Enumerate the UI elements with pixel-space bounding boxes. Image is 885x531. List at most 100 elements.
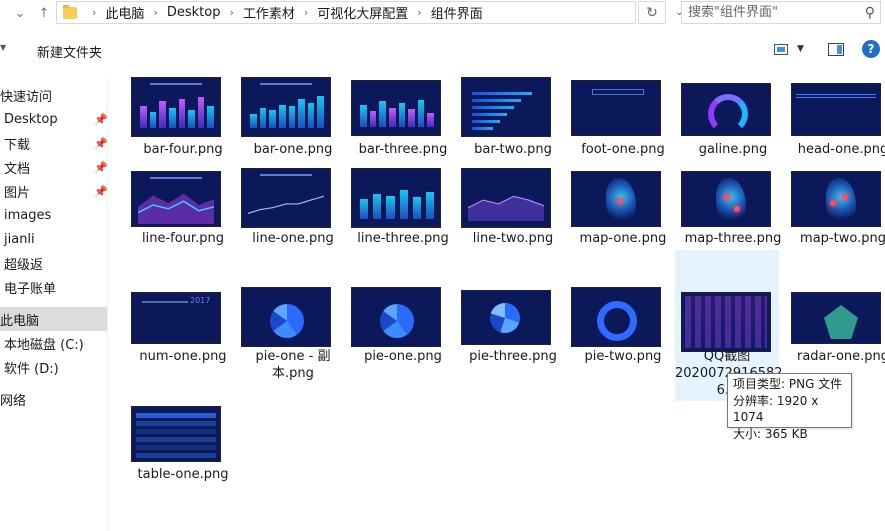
file-name: table-one.png (137, 467, 229, 482)
file-name: map-two.png (800, 231, 885, 246)
image-thumbnail (571, 287, 661, 347)
search-icon[interactable]: ⚲ (865, 5, 875, 21)
address-box[interactable]: › 此电脑 › Desktop › 工作素材 › 可视化大屏配置 › 组件界面 … (56, 1, 684, 24)
file-item[interactable]: map-one.png (571, 168, 675, 248)
image-thumbnail (241, 287, 331, 347)
sidebar-item-desktop[interactable]: Desktop 📌 (0, 107, 108, 131)
breadcrumb-item[interactable]: 组件界面 (431, 3, 483, 22)
sidebar-item-label: jianli (4, 231, 35, 247)
sidebar-item-drive-c[interactable]: 本地磁盘 (C:) (0, 331, 107, 355)
sidebar-item-drive-d[interactable]: 软件 (D:) (0, 355, 107, 379)
pin-icon: 📌 (94, 161, 108, 174)
file-item[interactable]: pie-one - 副本.png (241, 287, 345, 387)
image-thumbnail (351, 287, 441, 347)
file-item[interactable]: line-four.png (131, 168, 235, 248)
file-item[interactable]: map-two.png (791, 168, 885, 248)
sidebar-item-label: 文档 (4, 161, 31, 177)
file-name: map-one.png (579, 231, 667, 246)
sidebar-item-this-pc[interactable]: 此电脑 (0, 307, 107, 331)
breadcrumb-item[interactable]: 可视化大屏配置 (317, 3, 408, 22)
pin-icon: 📌 (94, 137, 108, 150)
file-name: bar-one.png (253, 142, 333, 157)
image-thumbnail (461, 77, 551, 137)
breadcrumb-item[interactable]: 此电脑 (105, 3, 144, 22)
file-item[interactable]: foot-one.png (571, 77, 675, 157)
sidebar-item-jianli[interactable]: jianli (0, 227, 107, 251)
pin-icon: 📌 (94, 113, 108, 126)
file-name: bar-three.png (358, 142, 448, 157)
file-item[interactable]: galine.png (681, 77, 785, 157)
chevron-right-icon[interactable]: › (153, 6, 157, 19)
chevron-right-icon[interactable]: › (304, 6, 308, 19)
address-bar-row: ⌄ ↑ › 此电脑 › Desktop › 工作素材 › 可视化大屏配置 › 组… (0, 0, 885, 26)
chevron-right-icon[interactable]: › (229, 6, 233, 19)
file-item[interactable]: pie-one.png (351, 287, 455, 367)
refresh-button[interactable]: ↻ (638, 1, 666, 24)
file-name: head-one.png (797, 142, 885, 157)
file-item[interactable]: line-one.png (241, 168, 345, 248)
file-item[interactable]: bar-two.png (461, 77, 565, 157)
sidebar-item-label: 图片 (4, 185, 31, 201)
image-thumbnail (571, 171, 661, 227)
file-name: bar-four.png (143, 142, 223, 157)
chevron-right-icon[interactable]: › (92, 6, 96, 19)
image-thumbnail (351, 80, 441, 136)
image-thumbnail (131, 77, 221, 137)
sidebar-item-label: Desktop (4, 111, 58, 127)
chevron-right-icon[interactable]: › (417, 6, 421, 19)
file-item[interactable]: line-two.png (461, 168, 565, 248)
help-icon[interactable]: ? (862, 40, 880, 58)
sidebar-item-network[interactable]: 网络 (0, 387, 107, 411)
file-name: num-one.png (139, 349, 227, 364)
file-item[interactable]: 2017 num-one.png (131, 290, 235, 370)
up-arrow-icon[interactable]: ↑ (34, 3, 54, 23)
file-item[interactable]: pie-three.png (461, 290, 565, 370)
image-thumbnail (681, 83, 771, 136)
image-thumbnail (241, 77, 331, 137)
sidebar-item-downloads[interactable]: 下载 📌 (0, 131, 108, 155)
file-item[interactable]: bar-one.png (241, 77, 345, 157)
file-item[interactable]: line-three.png (351, 168, 455, 248)
sidebar-item-images[interactable]: images (0, 203, 107, 227)
file-item[interactable]: map-three.png (681, 168, 785, 248)
image-thumbnail (571, 80, 661, 136)
file-item[interactable]: table-one.png (131, 406, 235, 486)
search-box[interactable]: ⚲ (681, 1, 881, 24)
thumbnail-text: 2017 (190, 296, 211, 305)
image-thumbnail (681, 292, 771, 352)
breadcrumb-item[interactable]: 工作素材 (243, 3, 295, 22)
expand-arrow-icon[interactable]: ▼ (0, 43, 6, 52)
preview-pane-icon[interactable] (828, 43, 844, 56)
tooltip-type: 项目类型: PNG 文件 (733, 377, 843, 391)
pin-icon: 📌 (94, 185, 108, 198)
file-item[interactable]: bar-three.png (351, 77, 455, 157)
file-item[interactable]: pie-two.png (571, 287, 675, 367)
sidebar-item-label: 超级返 (4, 257, 44, 273)
breadcrumb-item[interactable]: Desktop (167, 5, 221, 20)
recent-locations-chevron-icon[interactable]: ⌄ (10, 3, 30, 23)
file-item[interactable]: head-one.png (791, 77, 885, 157)
image-thumbnail (351, 168, 441, 228)
sidebar-item-label: 下载 (4, 137, 31, 153)
sidebar-item-chaojifan[interactable]: 超级返 (0, 251, 107, 275)
sidebar-item-quick-access[interactable]: 快速访问 (0, 83, 107, 107)
image-thumbnail (461, 290, 551, 345)
image-thumbnail (241, 168, 331, 228)
sidebar-item-label: 电子账单 (4, 281, 57, 297)
image-thumbnail (131, 406, 221, 462)
sidebar-item-pictures[interactable]: 图片 📌 (0, 179, 108, 203)
view-dropdown-icon[interactable]: ▼ (797, 44, 804, 54)
file-name: map-three.png (684, 231, 782, 246)
file-name: line-three.png (357, 231, 449, 246)
view-options-icon[interactable] (774, 44, 788, 55)
new-folder-button[interactable]: 新建文件夹 (37, 42, 102, 61)
image-thumbnail: 2017 (131, 292, 221, 344)
sidebar-item-bills[interactable]: 电子账单 (0, 275, 107, 299)
file-item[interactable]: radar-one.png (791, 290, 885, 370)
file-item[interactable]: bar-four.png (131, 77, 235, 157)
sidebar-item-label: 本地磁盘 (C:) (4, 337, 84, 353)
search-input[interactable] (688, 5, 858, 20)
image-thumbnail (791, 171, 881, 227)
command-bar: ▼ 新建文件夹 ▼ ? (0, 36, 885, 64)
sidebar-item-documents[interactable]: 文档 📌 (0, 155, 108, 179)
